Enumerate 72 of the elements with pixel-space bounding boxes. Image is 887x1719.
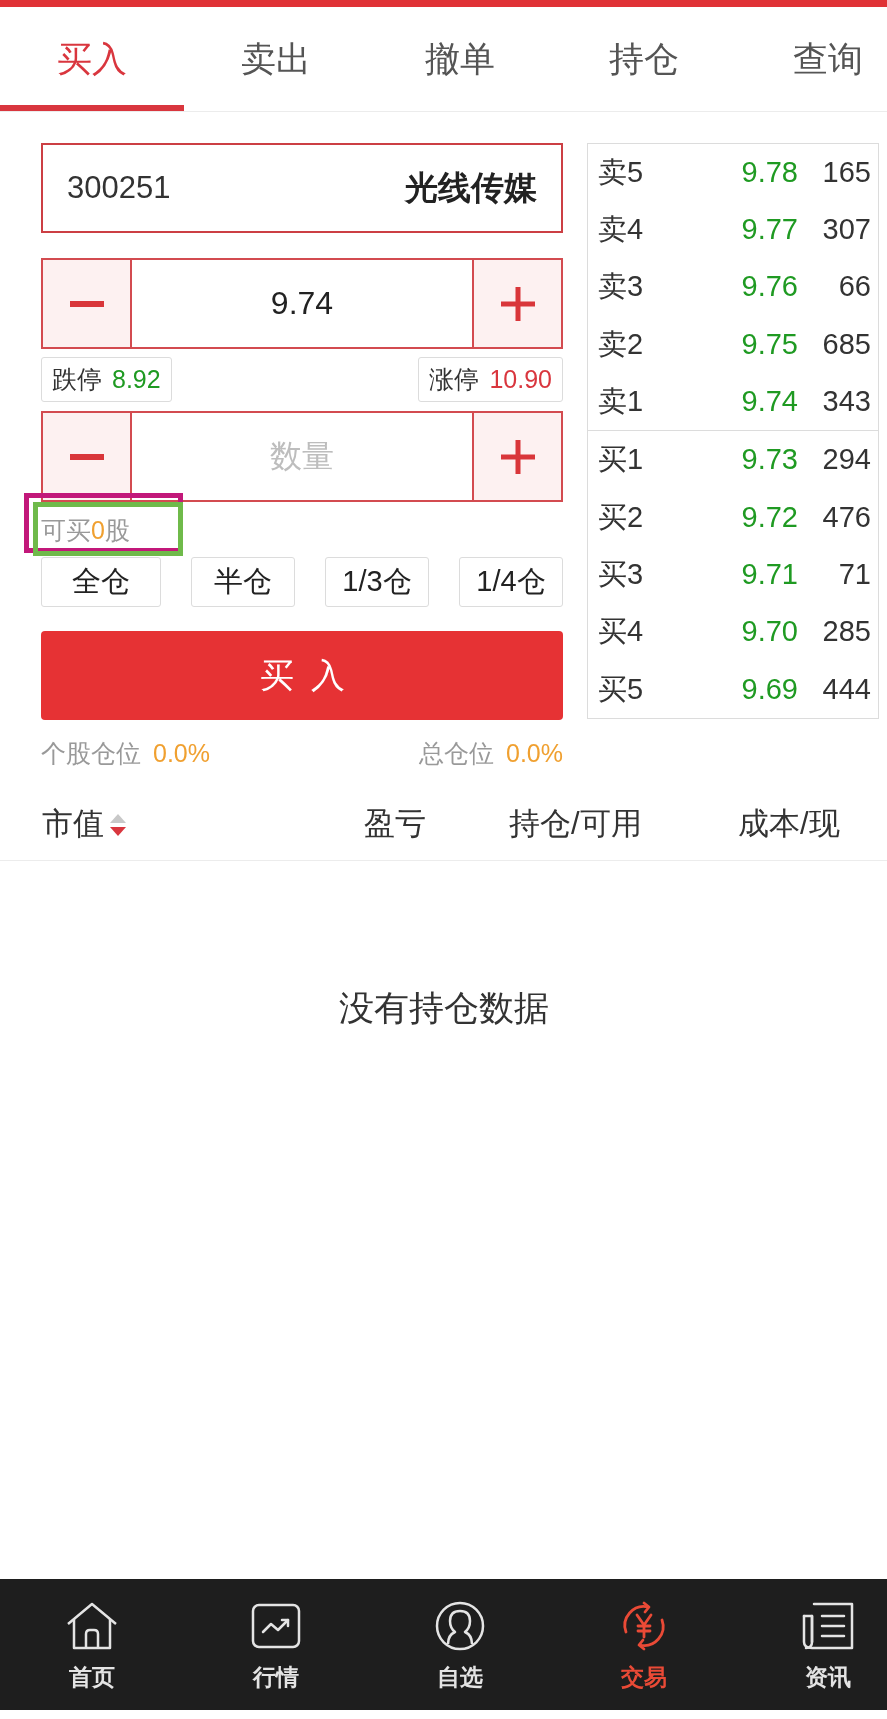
stock-code: 300251 — [67, 168, 171, 207]
total-position-text: 总仓位 0.0% — [419, 738, 563, 770]
order-volume: 165 — [821, 154, 871, 190]
tab[interactable]: 撤单 — [368, 7, 552, 111]
order-price: 9.76 — [740, 269, 798, 305]
column-header: 盈亏 — [364, 805, 426, 844]
order-level-label: 卖4 — [598, 212, 645, 248]
tab[interactable]: 查询 — [736, 7, 887, 111]
order-price: 9.75 — [740, 326, 798, 362]
order-volume: 444 — [821, 671, 871, 707]
order-volume: 71 — [837, 556, 871, 592]
trend-chart-icon — [251, 1603, 301, 1649]
stock-position-text: 个股仓位 0.0% — [41, 738, 210, 770]
limit-down-button[interactable]: 跌停 8.92 — [41, 357, 172, 402]
order-price: 9.74 — [740, 384, 798, 420]
order-price: 9.71 — [740, 556, 798, 592]
nav-item[interactable]: 资讯 — [736, 1579, 887, 1710]
newspaper-icon — [802, 1602, 854, 1650]
order-volume: 294 — [821, 442, 871, 478]
position-ratio-button[interactable]: 1/3仓 — [325, 557, 429, 607]
column-header[interactable]: 市值 — [42, 801, 104, 848]
order-price: 9.69 — [740, 671, 798, 707]
order-level-label: 买4 — [598, 614, 645, 650]
tab[interactable]: 持仓 — [552, 7, 736, 111]
limit-up-button[interactable]: 涨停 10.90 — [418, 357, 563, 402]
stock-field[interactable]: 300251 光线传媒 — [41, 143, 563, 233]
increase-button[interactable] — [472, 258, 563, 349]
order-volume: 476 — [821, 499, 871, 535]
order-level-label: 卖2 — [598, 326, 645, 362]
column-header: 持仓/可用 — [509, 805, 642, 844]
order-level-label: 买5 — [598, 671, 645, 707]
order-volume: 343 — [821, 384, 871, 420]
order-level-label: 卖5 — [598, 154, 645, 190]
order-volume: 66 — [837, 269, 871, 305]
nav-item[interactable]: 行情 — [184, 1579, 368, 1710]
order-price: 9.77 — [740, 212, 798, 248]
order-level-label: 买2 — [598, 499, 645, 535]
order-level-label: 卖3 — [598, 269, 645, 305]
decrease-button[interactable] — [41, 411, 132, 502]
nav-item[interactable]: 自选 — [368, 1579, 552, 1710]
minus-icon — [69, 453, 104, 460]
order-price: 9.78 — [740, 154, 798, 190]
nav-item[interactable]: 交易 — [552, 1579, 736, 1710]
user-icon — [435, 1601, 485, 1651]
order-level-label: 买3 — [598, 556, 645, 592]
decrease-button[interactable] — [41, 258, 132, 349]
home-icon — [66, 1602, 118, 1650]
order-level-label: 买1 — [598, 442, 645, 478]
position-ratio-button[interactable]: 半仓 — [191, 557, 295, 607]
position-ratio-button[interactable]: 全仓 — [41, 557, 161, 607]
stock-name: 光线传媒 — [405, 168, 537, 209]
nav-item[interactable]: 首页 — [0, 1579, 184, 1710]
empty-holdings-message: 没有持仓数据 — [338, 988, 549, 1028]
order-price: 9.73 — [740, 442, 798, 478]
order-level-label: 卖1 — [598, 384, 645, 420]
order-volume: 307 — [821, 212, 871, 248]
position-ratio-button[interactable]: 1/4仓 — [459, 557, 563, 607]
tab[interactable]: 卖出 — [184, 7, 368, 111]
price-field[interactable]: 9.74 — [132, 258, 472, 349]
buy-button[interactable]: 买入 — [41, 631, 563, 720]
plus-icon — [500, 439, 535, 474]
order-price: 9.72 — [740, 499, 798, 535]
minus-icon — [69, 300, 104, 307]
available-shares-text: 可买0股 — [41, 514, 130, 546]
quantity-field[interactable]: 数量 — [132, 411, 472, 502]
plus-icon — [500, 286, 535, 321]
order-price: 9.70 — [740, 614, 798, 650]
column-header: 成本/现 — [738, 805, 840, 844]
order-volume: 685 — [821, 326, 871, 362]
order-volume: 285 — [821, 614, 871, 650]
tab[interactable]: 买入 — [0, 7, 184, 111]
increase-button[interactable] — [472, 411, 563, 502]
